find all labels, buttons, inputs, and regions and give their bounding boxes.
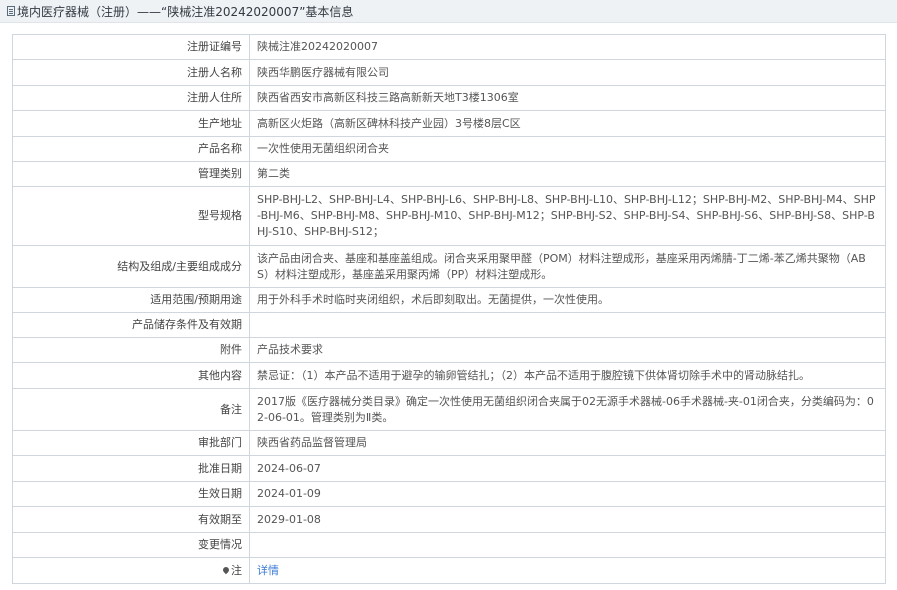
table-row: 产品储存条件及有效期 <box>12 312 886 338</box>
row-value: 2029-01-08 <box>249 506 886 533</box>
table-row: 备注 2017版《医疗器械分类目录》确定一次性使用无菌组织闭合夹属于02无源手术… <box>12 388 886 431</box>
row-label: 产品名称 <box>12 136 250 162</box>
document-icon <box>7 6 15 16</box>
row-label: 适用范围/预期用途 <box>12 287 250 313</box>
row-value: 用于外科手术时临时夹闭组织，术后即刻取出。无菌提供，一次性使用。 <box>249 287 886 313</box>
row-value: 陕西省药品监督管理局 <box>249 430 886 456</box>
table-row: 变更情况 <box>12 532 886 558</box>
table-row: 产品名称 一次性使用无菌组织闭合夹 <box>12 136 886 162</box>
row-label: 有效期至 <box>12 506 250 533</box>
table-row: 生效日期 2024-01-09 <box>12 481 886 507</box>
row-value: SHP-BHJ-L2、SHP-BHJ-L4、SHP-BHJ-L6、SHP-BHJ… <box>249 186 886 246</box>
row-label: 注册人住所 <box>12 85 250 111</box>
table-row: 批准日期 2024-06-07 <box>12 455 886 482</box>
row-label: 结构及组成/主要组成成分 <box>12 245 250 288</box>
table-row: 适用范围/预期用途 用于外科手术时临时夹闭组织，术后即刻取出。无菌提供，一次性使… <box>12 287 886 313</box>
row-value: 陕西华鹏医疗器械有限公司 <box>249 59 886 86</box>
table-row: 其他内容 禁忌证：（1）本产品不适用于避孕的输卵管结扎；（2）本产品不适用于腹腔… <box>12 362 886 389</box>
page-title: 境内医疗器械（注册）——“陕械注准20242020007”基本信息 <box>17 4 354 19</box>
table-row: 注 详情 <box>12 557 886 584</box>
pin-icon <box>221 565 231 574</box>
row-label: 生产地址 <box>12 110 250 137</box>
row-value: 产品技术要求 <box>249 337 886 363</box>
info-table: 注册证编号 陕械注准20242020007 注册人名称 陕西华鹏医疗器械有限公司… <box>12 34 886 584</box>
row-value: 2017版《医疗器械分类目录》确定一次性使用无菌组织闭合夹属于02无源手术器械-… <box>249 388 886 431</box>
row-label: 变更情况 <box>12 532 250 558</box>
row-label: 批准日期 <box>12 455 250 482</box>
row-value <box>249 312 886 338</box>
row-value: 第二类 <box>249 161 886 187</box>
note-label-cell: 注 <box>12 557 250 584</box>
row-label: 产品储存条件及有效期 <box>12 312 250 338</box>
row-label: 附件 <box>12 337 250 363</box>
row-value <box>249 532 886 558</box>
table-row: 生产地址 高新区火炬路（高新区碑林科技产业园）3号楼8层C区 <box>12 110 886 137</box>
row-label: 注册人名称 <box>12 59 250 86</box>
details-link[interactable]: 详情 <box>257 564 279 577</box>
row-label: 型号规格 <box>12 186 250 246</box>
table-row: 结构及组成/主要组成成分 该产品由闭合夹、基座和基座盖组成。闭合夹采用聚甲醛（P… <box>12 245 886 288</box>
row-value: 陕械注准20242020007 <box>249 34 886 60</box>
row-value: 陕西省西安市高新区科技三路高新新天地T3楼1306室 <box>249 85 886 111</box>
row-value: 高新区火炬路（高新区碑林科技产业园）3号楼8层C区 <box>249 110 886 137</box>
row-label: 审批部门 <box>12 430 250 456</box>
row-label: 其他内容 <box>12 362 250 389</box>
page-header: 境内医疗器械（注册）——“陕械注准20242020007”基本信息 <box>0 0 897 23</box>
table-row: 审批部门 陕西省药品监督管理局 <box>12 430 886 456</box>
row-label: 备注 <box>12 388 250 431</box>
note-label: 注 <box>231 563 242 577</box>
table-row: 注册人名称 陕西华鹏医疗器械有限公司 <box>12 59 886 86</box>
row-value: 2024-06-07 <box>249 455 886 482</box>
table-row: 注册人住所 陕西省西安市高新区科技三路高新新天地T3楼1306室 <box>12 85 886 111</box>
row-label: 注册证编号 <box>12 34 250 60</box>
table-row: 型号规格 SHP-BHJ-L2、SHP-BHJ-L4、SHP-BHJ-L6、SH… <box>12 186 886 246</box>
note-value-cell: 详情 <box>249 557 886 584</box>
table-row: 附件 产品技术要求 <box>12 337 886 363</box>
row-label: 管理类别 <box>12 161 250 187</box>
table-row: 有效期至 2029-01-08 <box>12 506 886 533</box>
row-value: 该产品由闭合夹、基座和基座盖组成。闭合夹采用聚甲醛（POM）材料注塑成形，基座采… <box>249 245 886 288</box>
row-value: 2024-01-09 <box>249 481 886 507</box>
row-value: 一次性使用无菌组织闭合夹 <box>249 136 886 162</box>
row-label: 生效日期 <box>12 481 250 507</box>
row-value: 禁忌证：（1）本产品不适用于避孕的输卵管结扎；（2）本产品不适用于腹腔镜下供体肾… <box>249 362 886 389</box>
table-row: 管理类别 第二类 <box>12 161 886 187</box>
table-row: 注册证编号 陕械注准20242020007 <box>12 34 886 60</box>
